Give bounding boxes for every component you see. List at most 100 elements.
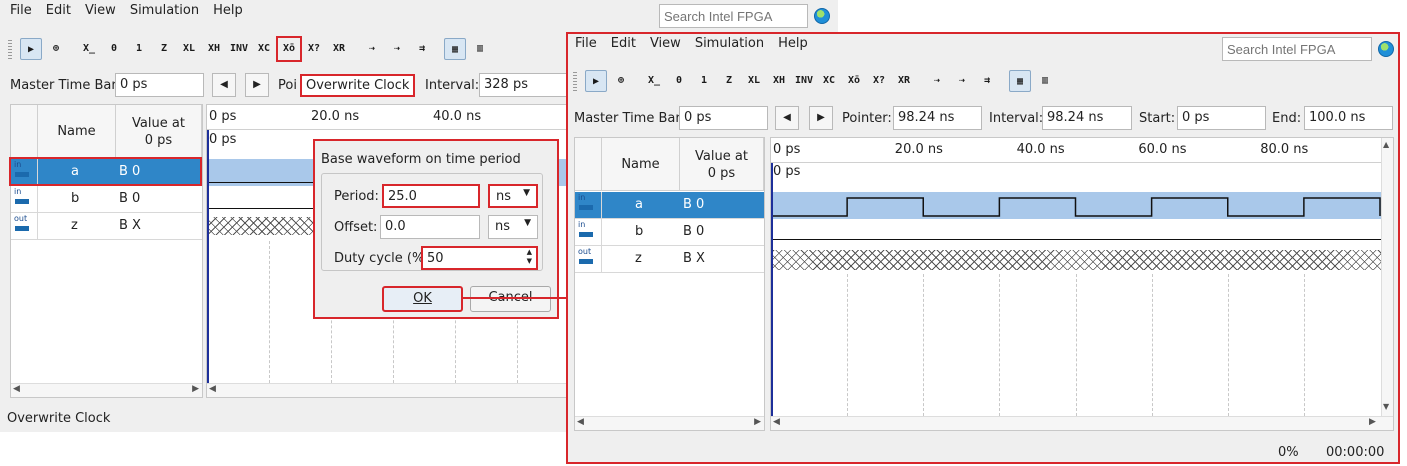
globe-icon[interactable] xyxy=(814,8,830,24)
pointer-tool-icon[interactable]: ▶ xyxy=(20,38,42,60)
group-icon[interactable]: ⇢ xyxy=(951,70,973,92)
menu-file[interactable]: File xyxy=(10,3,32,18)
count-value-icon[interactable]: XC xyxy=(253,38,275,60)
arbitrary-value-icon[interactable]: XR xyxy=(328,38,350,60)
search-input[interactable] xyxy=(659,4,808,28)
wave-horizontal-scrollbar[interactable]: ◀ ▶ xyxy=(771,416,1393,430)
menu-file[interactable]: File xyxy=(575,36,597,51)
signal-row[interactable]: in a B 0 xyxy=(575,192,764,219)
snap-to-grid-icon[interactable]: ⇢ xyxy=(361,38,383,60)
group-icon[interactable]: ⇢ xyxy=(386,38,408,60)
overwrite-clock-icon[interactable]: Xō xyxy=(843,70,865,92)
cancel-button[interactable]: Cancel xyxy=(470,286,551,312)
wave-horizontal-scrollbar[interactable]: ◀ xyxy=(207,383,570,397)
waveform-panel[interactable]: 0 ps20.0 ns40.0 ns60.0 ns80.0 ns100.0 ns… xyxy=(770,137,1394,431)
time-cursor[interactable] xyxy=(771,163,773,416)
bus-display-icon[interactable]: ▥ xyxy=(469,38,491,60)
forcing-unknown-icon[interactable]: X̲ xyxy=(78,38,100,60)
grid-display-icon[interactable]: ▦ xyxy=(1009,70,1031,92)
signal-table: Name Value at 0 ps in a B 0 in b B 0 out z B X ◀… xyxy=(10,104,203,398)
name-column-header[interactable]: Name xyxy=(38,105,116,158)
menu-help[interactable]: Help xyxy=(213,3,243,18)
ungroup-icon[interactable]: ⇉ xyxy=(411,38,433,60)
signal-row[interactable]: out z B X xyxy=(575,246,764,273)
weak-high-icon[interactable]: XH xyxy=(203,38,225,60)
pointer-field[interactable]: 98.24 ns xyxy=(893,106,982,130)
period-field[interactable]: 25.0 xyxy=(382,184,480,208)
value-column-header[interactable]: Value at 0 ps xyxy=(116,105,202,158)
grid-line xyxy=(847,274,849,416)
spin-arrows-icon[interactable]: ▲ ▼ xyxy=(527,248,532,266)
snap-to-grid-icon[interactable]: ⇢ xyxy=(926,70,948,92)
menu-view[interactable]: View xyxy=(650,36,681,51)
signal-row[interactable]: out z B X xyxy=(11,213,202,240)
name-column-header[interactable]: Name xyxy=(602,138,680,191)
high-impedance-icon[interactable]: Z xyxy=(718,70,740,92)
next-transition-button[interactable]: ▶ xyxy=(245,73,269,97)
offset-unit-select[interactable]: ns ▼ xyxy=(488,215,538,239)
time-cursor[interactable] xyxy=(207,130,209,383)
globe-icon[interactable] xyxy=(1378,41,1394,57)
period-unit-select[interactable]: ns ▼ xyxy=(488,184,538,208)
start-field[interactable]: 0 ps xyxy=(1177,106,1266,130)
horizontal-scrollbar[interactable]: ◀ ▶ xyxy=(575,416,764,430)
menubar: File Edit View Simulation Help xyxy=(575,36,822,51)
ungroup-icon[interactable]: ⇉ xyxy=(976,70,998,92)
forcing-low-icon[interactable]: 0 xyxy=(103,38,125,60)
highlight-signal-a xyxy=(9,157,202,186)
vertical-scrollbar[interactable]: ▲ ▼ xyxy=(1381,138,1393,416)
overwrite-clock-icon[interactable]: Xō xyxy=(276,36,302,62)
zoom-tool-icon[interactable]: ⊕ xyxy=(610,70,632,92)
menu-simulation[interactable]: Simulation xyxy=(130,3,199,18)
offset-field[interactable]: 0.0 xyxy=(380,215,480,239)
forcing-low-icon[interactable]: 0 xyxy=(668,70,690,92)
pointer-tool-icon[interactable]: ▶ xyxy=(585,70,607,92)
master-time-bar-field[interactable]: 0 ps xyxy=(115,73,204,97)
high-impedance-icon[interactable]: Z xyxy=(153,38,175,60)
tick-label: 40.0 ns xyxy=(433,109,482,124)
horizontal-scrollbar[interactable]: ◀ ▶ xyxy=(11,383,202,397)
value-column-header[interactable]: Value at 0 ps xyxy=(680,138,764,191)
menu-edit[interactable]: Edit xyxy=(611,36,636,51)
zoom-tool-icon[interactable]: ⊕ xyxy=(45,38,67,60)
weak-low-icon[interactable]: XL xyxy=(178,38,200,60)
prev-transition-button[interactable]: ◀ xyxy=(775,106,799,130)
end-field[interactable]: 100.0 ns xyxy=(1304,106,1393,130)
tick-label: 0 ps xyxy=(773,142,801,157)
random-values-icon[interactable]: X? xyxy=(303,38,325,60)
arbitrary-value-icon[interactable]: XR xyxy=(893,70,915,92)
menu-view[interactable]: View xyxy=(85,3,116,18)
invert-icon[interactable]: INV xyxy=(793,70,815,92)
forcing-high-icon[interactable]: 1 xyxy=(693,70,715,92)
toolbar-grip[interactable] xyxy=(573,72,577,92)
weak-low-icon[interactable]: XL xyxy=(743,70,765,92)
signal-row[interactable]: in b B 0 xyxy=(11,186,202,213)
grid-display-icon[interactable]: ▦ xyxy=(444,38,466,60)
random-values-icon[interactable]: X? xyxy=(868,70,890,92)
menu-simulation[interactable]: Simulation xyxy=(695,36,764,51)
next-transition-button[interactable]: ▶ xyxy=(809,106,833,130)
forcing-unknown-icon[interactable]: X̲ xyxy=(643,70,665,92)
duty-cycle-spinbox[interactable]: 50 ▲ ▼ xyxy=(421,246,538,270)
input-pin-icon: in xyxy=(575,192,602,218)
signal-value: B X xyxy=(683,251,705,266)
invert-icon[interactable]: INV xyxy=(228,38,250,60)
master-time-bar-field[interactable]: 0 ps xyxy=(679,106,768,130)
menu-edit[interactable]: Edit xyxy=(46,3,71,18)
prev-transition-button[interactable]: ◀ xyxy=(212,73,236,97)
ok-button[interactable]: OK xyxy=(382,286,463,312)
weak-high-icon[interactable]: XH xyxy=(768,70,790,92)
interval-field[interactable]: 98.24 ns xyxy=(1042,106,1132,130)
signal-value: B X xyxy=(119,218,141,233)
toolbar-grip[interactable] xyxy=(8,40,12,60)
grid-line xyxy=(1227,274,1229,416)
bus-display-icon[interactable]: ▥ xyxy=(1034,70,1056,92)
menu-help[interactable]: Help xyxy=(778,36,808,51)
count-value-icon[interactable]: XC xyxy=(818,70,840,92)
pointer-label: Poi xyxy=(278,78,297,93)
forcing-high-icon[interactable]: 1 xyxy=(128,38,150,60)
signal-name: a xyxy=(635,197,643,212)
interval-field[interactable]: 328 ps xyxy=(479,73,569,97)
signal-row[interactable]: in b B 0 xyxy=(575,219,764,246)
search-input[interactable] xyxy=(1222,37,1372,61)
